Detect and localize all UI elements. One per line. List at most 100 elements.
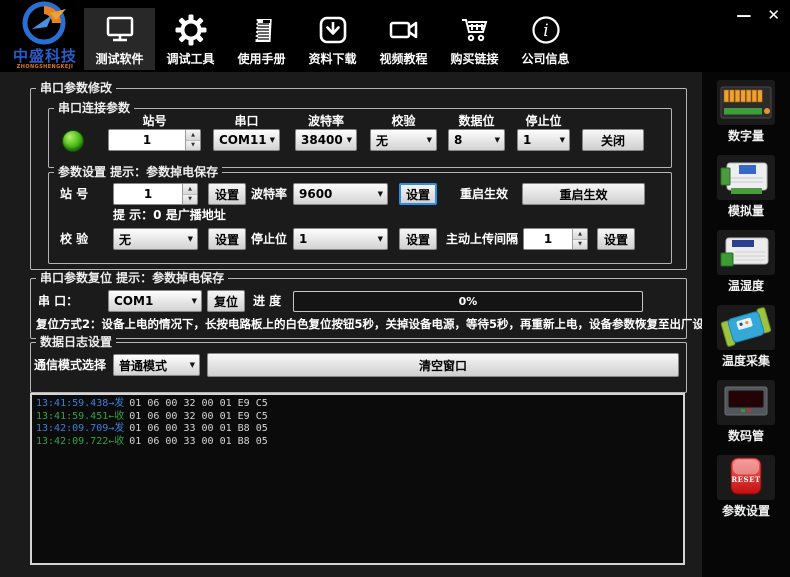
progress-label: 进 度 [253,294,282,308]
sidebar-item-label: 温湿度 [727,279,764,293]
log-line: 13:41:59.438→发 01 06 00 32 00 01 E9 C5 [36,398,679,411]
log-hex: 01 06 00 32 00 01 E9 C5 [129,398,268,409]
group-title: 数据日志设置 [36,335,117,349]
chevron-down-icon: ▼ [377,190,383,198]
tab-company-info[interactable]: i 公司信息 [510,8,581,70]
step-up-icon[interactable]: ▲ [186,130,200,141]
databits-label: 数据位 [458,114,495,128]
chevron-down-icon: ▼ [187,235,193,243]
monitor-icon [103,11,137,49]
group-title: 串口参数修改 [36,81,117,95]
reset-note: 复位方式2：设备上电的情况下，长按电路板上的白色复位按钮5秒，关掉设备电源，等待… [36,317,727,331]
cart-icon [458,11,492,49]
log-prefix: 13:41:59.438→发 [36,398,125,409]
subgroup-title: 参数设置 提示：参数掉电保存 [54,165,223,179]
stopbits-select[interactable]: 1 ▼ [517,129,570,151]
upload-interval-input[interactable] [524,229,572,249]
sidebar-item-temp-humidity[interactable]: 温湿度 [717,230,775,294]
main-panel: 串口参数修改 串口连接参数 站号 串口 波特率 校验 数据位 停止位 ▲ ▼ C… [0,72,727,577]
set-upload-interval-button[interactable]: 设置 [597,228,635,250]
comm-mode-value: 普通模式 [119,358,168,373]
analog-module-icon [717,155,775,200]
tab-downloads[interactable]: 资料下载 [297,8,368,70]
databits-value: 8 [454,133,463,147]
reset-icon-text: RESET [731,475,761,484]
stopbits-set-select[interactable]: 1 ▼ [293,228,388,250]
tab-label: 调试工具 [166,52,215,66]
tab-purchase-link[interactable]: 购买链接 [439,8,510,70]
sidebar-item-analog[interactable]: 模拟量 [717,155,775,219]
logo-title: 中盛科技 [12,47,77,65]
step-down-icon[interactable]: ▼ [186,140,200,150]
tab-label: 购买链接 [450,52,499,66]
minimize-button[interactable]: — [736,6,751,24]
databits-select[interactable]: 8 ▼ [448,129,505,151]
stepper-buttons: ▲ ▼ [182,184,197,204]
app-window: 中盛科技 ZHONGSHENGKEJI 测试软件 调试工具 使用手册 资料下载 … [0,0,790,577]
relay-board-icon [717,80,775,125]
chevron-down-icon: ▼ [191,297,197,305]
log-prefix: 13:42:09.722←收 [36,435,125,447]
sidebar-item-digital[interactable]: 数字量 [717,80,775,144]
step-down-icon[interactable]: ▼ [573,239,587,249]
station-stepper[interactable]: ▲ ▼ [108,129,201,151]
chevron-down-icon: ▼ [494,136,500,144]
tab-debug-tools[interactable]: 调试工具 [155,8,226,70]
tab-label: 资料下载 [308,52,357,66]
set-parity-button[interactable]: 设置 [208,228,246,250]
tab-video-tutorials[interactable]: 视频教程 [368,8,439,70]
stopbits-set-value: 1 [299,232,308,246]
tab-label: 视频教程 [379,52,428,66]
station-set-stepper[interactable]: ▲ ▼ [113,183,198,205]
info-icon: i [529,11,563,49]
chevron-down-icon: ▼ [426,136,432,144]
step-up-icon[interactable]: ▲ [183,184,197,195]
tab-test-software[interactable]: 测试软件 [84,8,155,70]
log-output[interactable]: 13:41:59.438→发 01 06 00 32 00 01 E9 C5 13… [30,393,685,565]
stopbits-value: 1 [523,133,532,147]
step-up-icon[interactable]: ▲ [573,229,587,240]
clear-window-button[interactable]: 清空窗口 [207,353,679,377]
upload-interval-stepper[interactable]: ▲ ▼ [523,228,588,250]
reset-button[interactable]: 复位 [207,290,245,312]
window-controls: — ✕ [736,6,780,24]
sidebar-item-digital-tube[interactable]: 数码管 [717,380,775,444]
sidebar-item-label: 参数设置 [721,504,770,518]
log-hex: 01 06 00 33 00 01 B8 05 [129,423,268,434]
sidebar-item-temp-collect[interactable]: 温度采集 [717,305,775,369]
baud-value: 38400 [301,133,343,147]
company-logo-icon [22,1,66,45]
reset-button-icon: RESET [717,455,775,500]
set-baud-button[interactable]: 设置 [399,183,437,205]
stopbits-label: 停止位 [525,114,562,128]
close-port-button[interactable]: 关闭 [582,129,644,151]
chevron-down-icon: ▼ [269,136,275,144]
parity-select[interactable]: 无 ▼ [370,129,437,151]
parity-value: 无 [376,133,389,148]
parity-set-select[interactable]: 无 ▼ [113,228,198,250]
logo-subtitle: ZHONGSHENGKEJI [16,64,74,70]
baud-set-select[interactable]: 9600 ▼ [293,183,388,205]
gear-icon [174,11,208,49]
connection-status-led [62,130,84,152]
log-line: 13:41:59.451←收 01 06 00 32 00 01 E9 C5 [36,411,679,424]
sidebar-item-param-settings[interactable]: RESET 参数设置 [717,455,775,519]
baud-select[interactable]: 38400 ▼ [295,129,357,151]
set-station-button[interactable]: 设置 [208,183,246,205]
close-button[interactable]: ✕ [767,6,780,24]
port-select[interactable]: COM11 ▼ [213,129,280,151]
tab-user-manual[interactable]: 使用手册 [226,8,297,70]
stopbits-set-label: 停止位 [251,232,288,246]
reset-progress-bar: 0% [293,291,643,312]
reset-port-select[interactable]: COM1 ▼ [108,290,202,312]
baud-set-label: 波特率 [251,187,288,201]
restart-apply-button[interactable]: 重启生效 [522,183,645,205]
station-set-input[interactable] [114,184,182,204]
comm-mode-select[interactable]: 普通模式 ▼ [113,354,200,376]
chevron-down-icon: ▼ [559,136,565,144]
station-input[interactable] [109,130,185,150]
set-stopbits-button[interactable]: 设置 [399,228,437,250]
step-down-icon[interactable]: ▼ [183,194,197,204]
tab-label: 测试软件 [95,52,144,66]
restart-label: 重启生效 [460,187,509,201]
